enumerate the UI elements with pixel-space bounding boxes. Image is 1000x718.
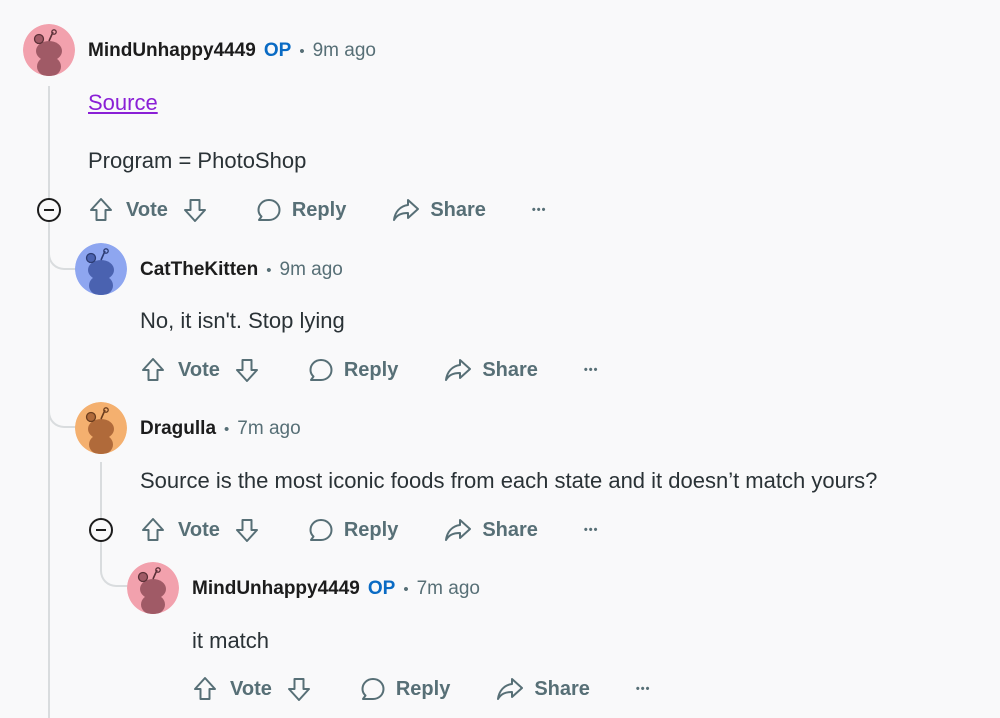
- comment-actions: Vote Reply Share •••: [140, 512, 598, 548]
- share-label: Share: [482, 358, 538, 381]
- share-arrow-icon: [497, 678, 524, 700]
- minus-icon: [44, 209, 54, 211]
- more-options-button[interactable]: •••: [532, 204, 547, 216]
- share-arrow-icon: [393, 199, 420, 221]
- ellipsis-icon: •••: [531, 204, 547, 216]
- vote-label: Vote: [178, 518, 220, 541]
- collapse-thread-button[interactable]: [89, 518, 113, 542]
- comment-actions: Vote Reply Share •••: [192, 671, 650, 707]
- downvote-button[interactable]: [234, 517, 260, 543]
- comment-meta: Dragulla • 7m ago: [140, 418, 301, 440]
- arrow-down-icon: [235, 359, 258, 382]
- thread-line-root: [48, 86, 50, 198]
- avatar[interactable]: [23, 24, 75, 76]
- ellipsis-icon: •••: [583, 524, 599, 536]
- avatar[interactable]: [75, 243, 127, 295]
- meta-separator: •: [224, 420, 230, 438]
- comment-meta: MindUnhappy4449 OP • 7m ago: [192, 578, 480, 600]
- more-options-button[interactable]: •••: [636, 683, 651, 695]
- upvote-button[interactable]: [140, 357, 166, 383]
- arrow-down-icon: [183, 199, 206, 222]
- author-name[interactable]: MindUnhappy4449: [88, 40, 256, 62]
- comment-meta: MindUnhappy4449 OP • 9m ago: [88, 40, 376, 62]
- reply-button[interactable]: Reply: [256, 197, 346, 223]
- collapse-thread-button[interactable]: [37, 198, 61, 222]
- comment-text: it match: [192, 628, 270, 653]
- minus-icon: [96, 529, 106, 531]
- meta-separator: •: [403, 580, 409, 598]
- arrow-up-icon: [142, 518, 164, 541]
- share-button[interactable]: Share: [444, 357, 538, 383]
- timestamp[interactable]: 9m ago: [280, 259, 343, 281]
- ellipsis-icon: •••: [583, 364, 599, 376]
- comment-text: Program = PhotoShop: [88, 148, 307, 173]
- comment-meta: CatTheKitten • 9m ago: [140, 259, 343, 281]
- vote-label: Vote: [126, 198, 168, 221]
- downvote-button[interactable]: [182, 197, 208, 223]
- share-button[interactable]: Share: [392, 197, 486, 223]
- reply-label: Reply: [343, 518, 399, 541]
- speech-bubble-icon: [309, 359, 333, 381]
- comment-actions: Vote Reply Share •••: [88, 192, 546, 228]
- reply-label: Reply: [343, 358, 399, 381]
- more-options-button[interactable]: •••: [584, 364, 599, 376]
- vote-label: Vote: [230, 677, 272, 700]
- comment-link: Source: [88, 90, 158, 116]
- reply-button[interactable]: Reply: [360, 676, 450, 702]
- timestamp[interactable]: 7m ago: [417, 578, 480, 600]
- downvote-button[interactable]: [234, 357, 260, 383]
- speech-bubble-icon: [257, 199, 281, 221]
- meta-separator: •: [299, 42, 305, 60]
- upvote-button[interactable]: [192, 676, 218, 702]
- ellipsis-icon: •••: [635, 683, 651, 695]
- timestamp[interactable]: 7m ago: [237, 418, 300, 440]
- share-label: Share: [534, 677, 590, 700]
- upvote-button[interactable]: [140, 517, 166, 543]
- comment-text: Source is the most iconic foods from eac…: [140, 468, 878, 493]
- timestamp[interactable]: 9m ago: [313, 40, 376, 62]
- reply-label: Reply: [395, 677, 451, 700]
- downvote-button[interactable]: [286, 676, 312, 702]
- avatar[interactable]: [75, 402, 127, 454]
- arrow-up-icon: [142, 358, 164, 381]
- speech-bubble-icon: [309, 519, 333, 541]
- share-arrow-icon: [445, 359, 472, 381]
- author-name[interactable]: Dragulla: [140, 418, 216, 440]
- upvote-button[interactable]: [88, 197, 114, 223]
- thread-elbow-dragulla: [48, 380, 78, 428]
- arrow-down-icon: [235, 519, 258, 542]
- share-label: Share: [482, 518, 538, 541]
- arrow-down-icon: [287, 678, 310, 701]
- comment-actions: Vote Reply Share •••: [140, 352, 598, 388]
- source-link[interactable]: Source: [88, 90, 158, 115]
- thread-line-dragulla: [100, 462, 102, 518]
- reply-label: Reply: [291, 198, 347, 221]
- avatar[interactable]: [127, 562, 179, 614]
- reply-button[interactable]: Reply: [308, 357, 398, 383]
- share-arrow-icon: [445, 519, 472, 541]
- reply-button[interactable]: Reply: [308, 517, 398, 543]
- share-button[interactable]: Share: [444, 517, 538, 543]
- op-badge: OP: [263, 40, 292, 61]
- thread-elbow-op-reply: [100, 541, 130, 587]
- thread-elbow-cat: [48, 222, 78, 270]
- thread-line-root-lower: [48, 222, 50, 718]
- share-label: Share: [430, 198, 486, 221]
- meta-separator: •: [266, 261, 272, 279]
- op-badge: OP: [367, 578, 396, 599]
- arrow-up-icon: [90, 198, 112, 221]
- comment-text: No, it isn't. Stop lying: [140, 308, 345, 333]
- arrow-up-icon: [194, 677, 216, 700]
- speech-bubble-icon: [361, 678, 385, 700]
- share-button[interactable]: Share: [496, 676, 590, 702]
- vote-label: Vote: [178, 358, 220, 381]
- author-name[interactable]: CatTheKitten: [140, 259, 258, 281]
- more-options-button[interactable]: •••: [584, 524, 599, 536]
- author-name[interactable]: MindUnhappy4449: [192, 578, 360, 600]
